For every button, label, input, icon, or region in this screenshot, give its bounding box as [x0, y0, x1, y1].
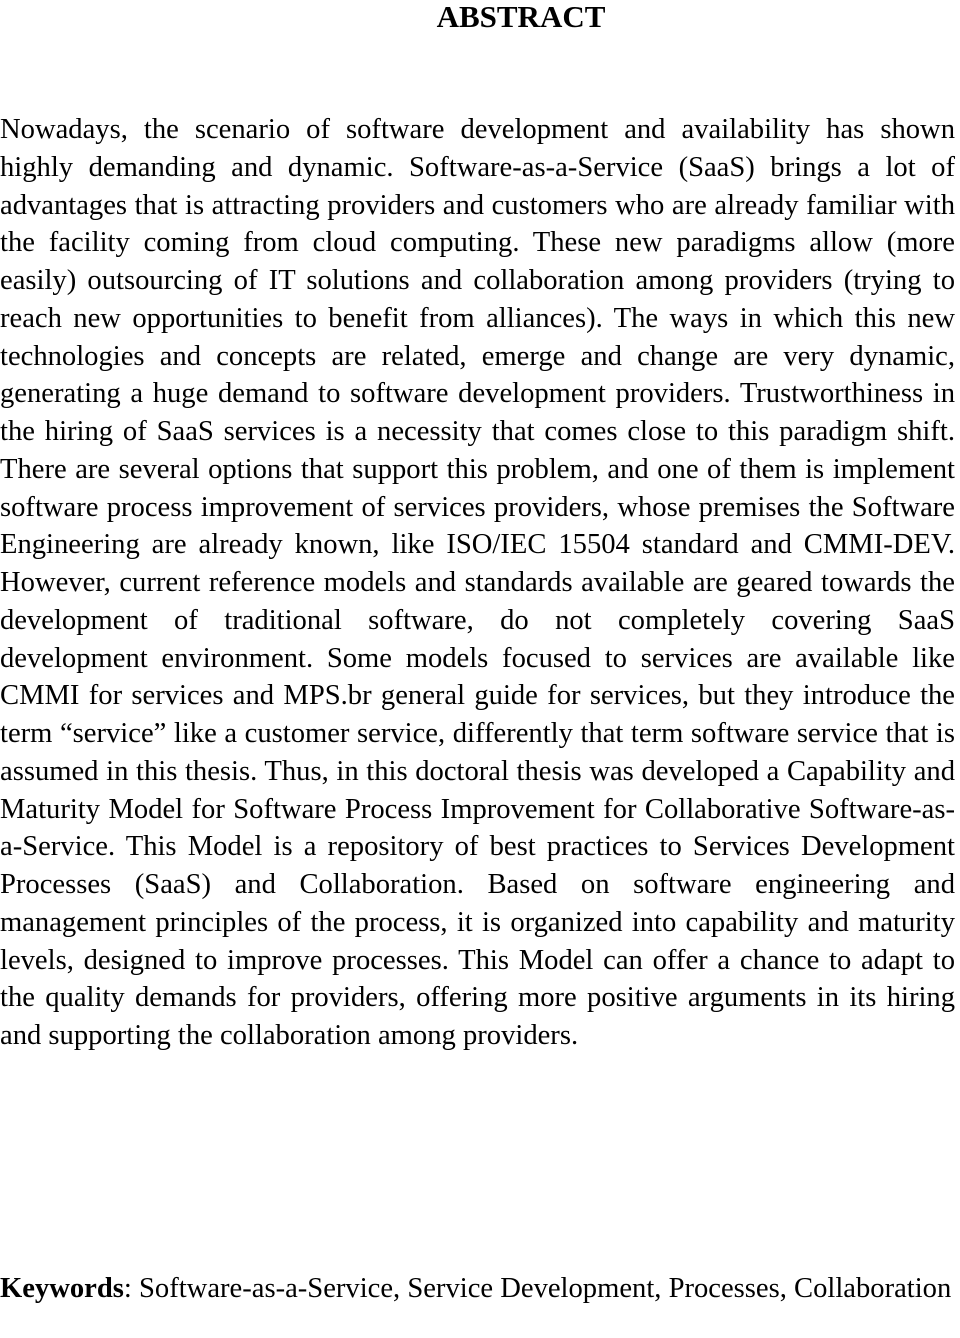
keywords-paragraph: Keywords: Software-as-a-Service, Service…	[0, 1270, 955, 1308]
keywords-separator: :	[123, 1273, 132, 1304]
page-title: ABSTRACT	[436, 0, 606, 34]
keywords-text: Software-as-a-Service, Service Developme…	[131, 1273, 952, 1304]
abstract-body: Nowadays, the scenario of software devel…	[0, 114, 955, 1051]
keywords-label: Keywords	[0, 1273, 124, 1304]
